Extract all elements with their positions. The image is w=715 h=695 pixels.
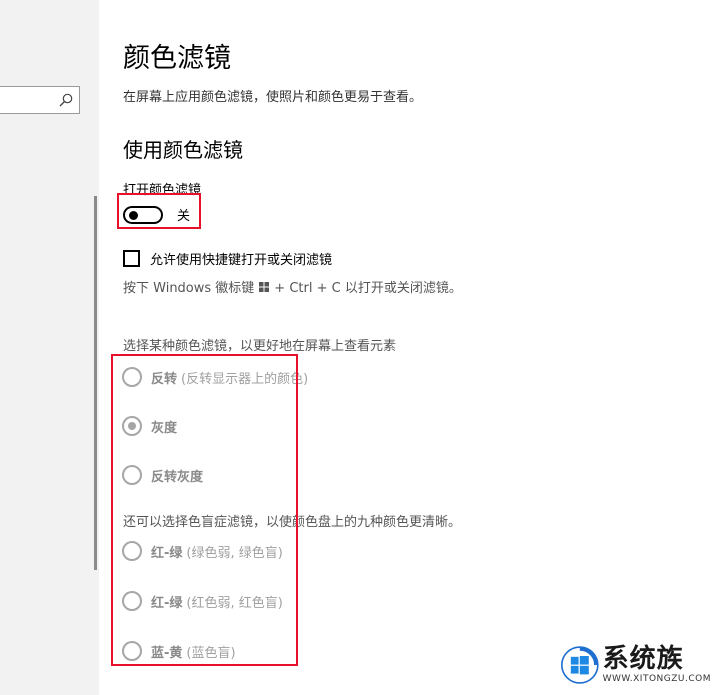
sidebar: [0, 0, 99, 695]
shortcut-checkbox-label: 允许使用快捷键打开或关闭滤镜: [150, 253, 333, 268]
highlight-box-filters: [111, 354, 298, 666]
shortcut-checkbox-row[interactable]: 允许使用快捷键打开或关闭滤镜: [123, 249, 332, 268]
watermark-url: WWW.XITONGZU.COM: [602, 674, 711, 684]
main-content: 颜色滤镜 在屏幕上应用颜色滤镜，使照片和颜色更易于查看。 使用颜色滤镜 打开颜色…: [99, 0, 715, 695]
shortcut-checkbox[interactable]: [123, 250, 140, 267]
windows-logo-icon: [561, 646, 599, 684]
hint-text-before: 按下 Windows 徽标键: [123, 281, 255, 296]
windows-logo-icon: [259, 281, 270, 292]
shortcut-hint: 按下 Windows 徽标键 + Ctrl + C 以打开或关闭滤镜。: [123, 277, 462, 296]
watermark-text: 系统族 WWW.XITONGZU.COM: [603, 646, 711, 684]
filter-heading: 选择某种颜色滤镜，以更好地在屏幕上查看元素: [123, 339, 397, 354]
search-input[interactable]: [0, 86, 80, 114]
page-description: 在屏幕上应用颜色滤镜，使照片和颜色更易于查看。: [123, 90, 423, 105]
highlight-box-toggle: [117, 193, 201, 229]
watermark-name: 系统族: [602, 644, 684, 674]
scrollbar[interactable]: [94, 196, 97, 570]
hint-text-after: + Ctrl + C 以打开或关闭滤镜。: [274, 281, 462, 296]
section-title: 使用颜色滤镜: [123, 138, 243, 162]
watermark: 系统族 WWW.XITONGZU.COM: [561, 639, 711, 691]
settings-window: 颜色滤镜 在屏幕上应用颜色滤镜，使照片和颜色更易于查看。 使用颜色滤镜 打开颜色…: [0, 0, 715, 695]
page-title: 颜色滤镜: [123, 43, 231, 74]
search-icon: [59, 93, 73, 107]
